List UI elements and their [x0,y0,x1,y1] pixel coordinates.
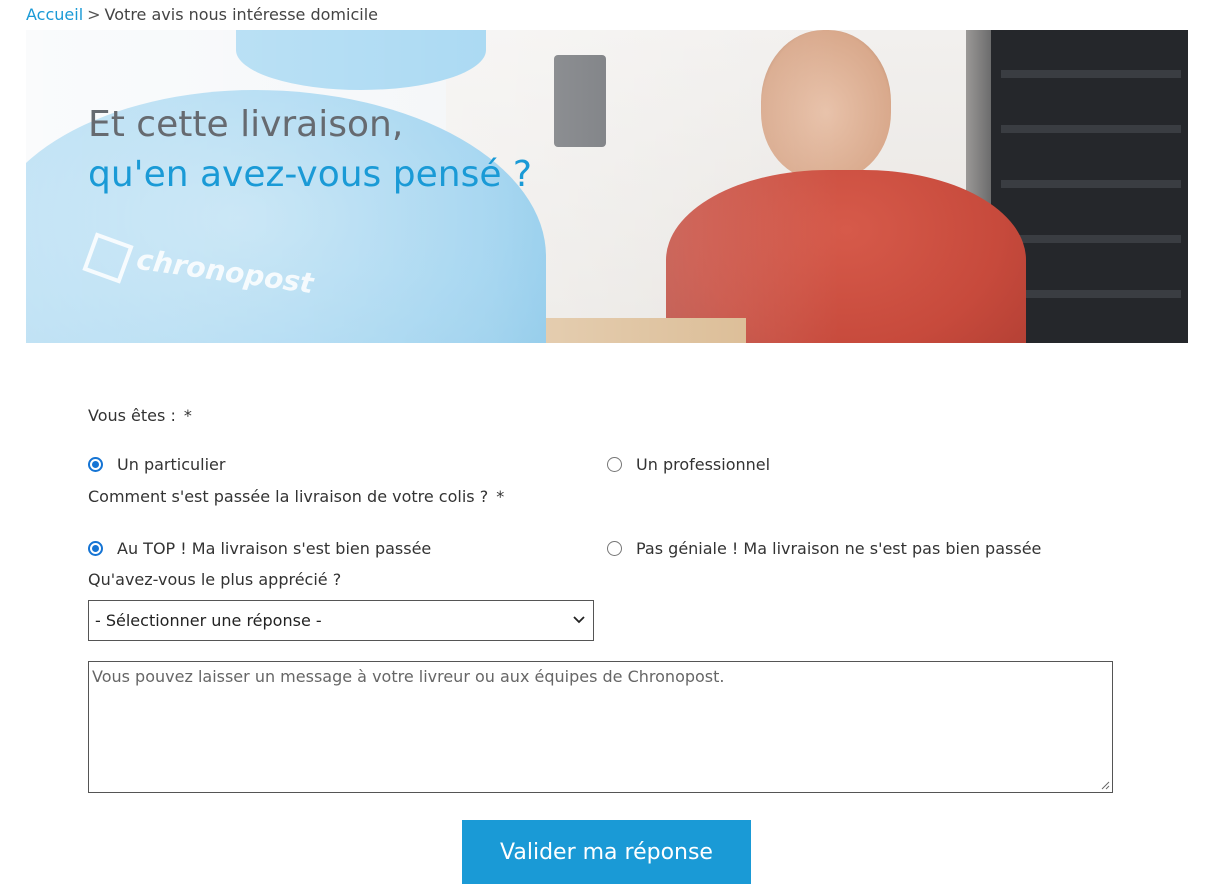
required-marker: * [496,487,505,506]
most-appreciated-select[interactable]: - Sélectionner une réponse - [88,600,594,641]
title-line-2: qu'en avez-vous pensé ? [88,154,533,195]
breadcrumb-current: Votre avis nous intéresse domicile [104,5,378,24]
resize-grip-icon[interactable] [1100,780,1110,790]
submit-button[interactable]: Valider ma réponse [462,820,751,884]
radio-pas-geniale[interactable] [607,540,622,556]
message-textarea[interactable]: Vous pouvez laisser un message à votre l… [88,661,1113,793]
radio-option-professionnel[interactable]: Un professionnel [607,455,770,474]
radio-group-delivery-experience: Au TOP ! Ma livraison s'est bien passée … [88,536,1041,560]
radio-group-customer-type: Un particulier Un professionnel [88,452,770,476]
radio-option-particulier[interactable]: Un particulier [88,455,607,474]
radio-option-au-top[interactable]: Au TOP ! Ma livraison s'est bien passée [88,539,607,558]
title-line-1: Et cette livraison, [88,104,404,145]
radio-professionnel[interactable] [607,456,622,472]
page-title: Et cette livraison, qu'en avez-vous pens… [88,100,532,200]
required-marker: * [183,406,192,425]
question-most-appreciated: Qu'avez-vous le plus apprécié ? [88,570,342,589]
chevron-down-icon [573,616,585,624]
radio-particulier[interactable] [88,456,103,472]
radio-au-top[interactable] [88,540,103,556]
radio-option-pas-geniale[interactable]: Pas géniale ! Ma livraison ne s'est pas … [607,539,1041,558]
breadcrumb: Accueil > Votre avis nous intéresse domici… [26,5,378,24]
select-value: - Sélectionner une réponse - [95,611,322,630]
breadcrumb-home-link[interactable]: Accueil [26,5,83,24]
question-customer-type: Vous êtes : * [88,406,192,425]
breadcrumb-separator: > [87,5,101,24]
question-delivery-experience: Comment s'est passée la livraison de vot… [88,487,505,506]
message-placeholder: Vous pouvez laisser un message à votre l… [92,667,725,686]
